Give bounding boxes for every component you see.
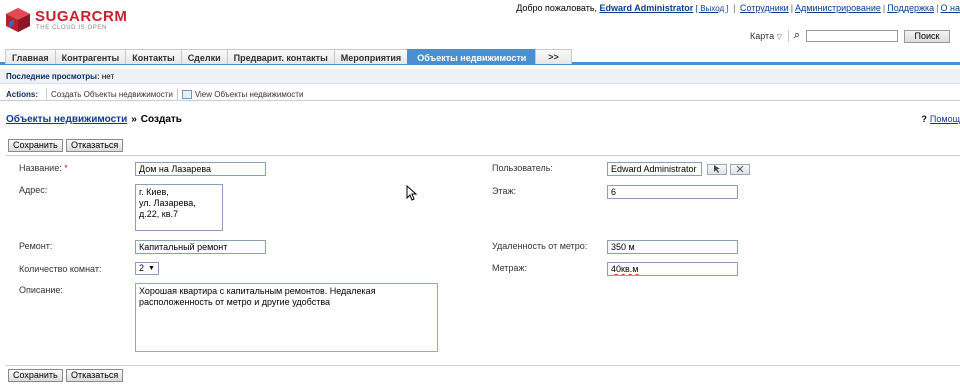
map-dropdown[interactable]: Карта ▽ (750, 31, 782, 41)
tab-leads[interactable]: Предварит. контакты (226, 49, 335, 64)
actions-bar: Actions: Создать Объекты недвижимости Vi… (0, 86, 960, 101)
repair-label: Ремонт: (19, 241, 53, 251)
pointer-icon (714, 165, 720, 173)
address-field[interactable]: г. Киев, ул. Лазарева, д.22, кв.7 (135, 184, 223, 231)
name-value: Дом на Лазарева (139, 164, 212, 174)
breadcrumb-arrow: » (131, 114, 137, 125)
list-view-icon (181, 89, 192, 99)
floor-field[interactable]: 6 (607, 185, 738, 199)
name-label: Название: * (19, 163, 68, 173)
create-real-estate-link[interactable]: Создать Объекты недвижимости (51, 90, 173, 99)
logout-link[interactable]: [ Выход ] (696, 4, 729, 13)
last-viewed-label: Последние просмотры: (6, 72, 100, 81)
search-input[interactable] (806, 30, 898, 42)
about-link[interactable]: О на (941, 3, 960, 13)
repair-value: Капитальный ремонт (139, 242, 228, 252)
last-viewed-value: нет (101, 72, 115, 81)
separator: | (936, 3, 939, 13)
metro-distance-label: Удаленность от метро: (492, 241, 588, 251)
search-button[interactable]: Поиск (904, 29, 950, 43)
tab-more[interactable]: >> (535, 49, 572, 64)
description-field[interactable]: Хорошая квартира с капитальным ремонтов.… (135, 283, 438, 352)
employees-link[interactable]: Сотрудники (740, 3, 789, 13)
tab-accounts[interactable]: Контрагенты (54, 49, 127, 64)
logo-text: SUGARCRM (35, 8, 128, 25)
divider (176, 88, 178, 100)
tab-opportunities[interactable]: Сделки (180, 49, 228, 64)
cancel-button-bottom[interactable]: Отказаться (66, 369, 124, 382)
close-icon (736, 165, 744, 173)
assigned-user-value: Edward Administrator (611, 164, 697, 174)
floor-label: Этаж: (492, 186, 517, 196)
search-row: Карта ▽ Поиск (750, 29, 950, 43)
help-link-area: ? Помощ (921, 114, 960, 124)
page-title: Создать (140, 114, 182, 125)
area-label: Метраж: (492, 263, 527, 273)
rooms-label: Количество комнат: (19, 264, 102, 274)
repair-field[interactable]: Капитальный ремонт (135, 240, 266, 254)
tab-activities[interactable]: Мероприятия (333, 49, 409, 64)
breadcrumb: Объекты недвижимости » Создать (6, 114, 182, 125)
view-real-estate-link[interactable]: View Объекты недвижимости (195, 90, 304, 99)
area-value: 40кв.м (611, 264, 639, 274)
help-link[interactable]: Помощ (930, 114, 960, 124)
mouse-cursor-icon (406, 185, 418, 201)
dropdown-arrow-icon: ▼ (148, 265, 155, 272)
assigned-user-field[interactable]: Edward Administrator (607, 162, 702, 176)
separator: | (882, 3, 886, 13)
save-button[interactable]: Сохранить (8, 139, 63, 152)
logo-tagline: THE CLOUD IS OPEN (36, 25, 107, 31)
divider (46, 88, 47, 100)
top-user-bar: Добро пожаловать, Edward Administrator [… (516, 3, 960, 13)
save-button-bottom[interactable]: Сохранить (8, 369, 63, 382)
user-label: Пользователь: (492, 163, 553, 173)
tab-contacts[interactable]: Контакты (125, 49, 182, 64)
actions-label: Actions: (6, 89, 38, 99)
support-link[interactable]: Поддержка (887, 3, 934, 13)
metro-distance-value: 350 м (611, 242, 635, 252)
tab-home[interactable]: Главная (5, 49, 56, 64)
breadcrumb-module-link[interactable]: Объекты недвижимости (6, 114, 127, 125)
metro-distance-field[interactable]: 350 м (607, 240, 738, 254)
rooms-value: 2 (139, 263, 145, 273)
last-viewed-bar: Последние просмотры: нет (0, 69, 960, 84)
clear-user-button[interactable] (730, 164, 750, 175)
separator: | (733, 3, 736, 13)
header: SUGARCRM THE CLOUD IS OPEN Добро пожалов… (0, 0, 960, 48)
select-user-button[interactable] (707, 164, 727, 175)
admin-link[interactable]: Администрирование (795, 3, 881, 13)
magnifier-icon[interactable] (788, 30, 800, 42)
name-field[interactable]: Дом на Лазарева (135, 162, 266, 176)
sugarcrm-logo[interactable]: SUGARCRM THE CLOUD IS OPEN (5, 6, 155, 36)
user-link[interactable]: Edward Administrator (600, 3, 694, 13)
cancel-button[interactable]: Отказаться (66, 139, 124, 152)
area-field[interactable]: 40кв.м (607, 262, 738, 276)
required-marker: * (64, 163, 68, 173)
address-label: Адрес: (19, 185, 48, 195)
separator: | (790, 3, 794, 13)
chevron-down-icon: ▽ (776, 34, 782, 41)
logo-cube-icon (6, 8, 30, 32)
welcome-text: Добро пожаловать, (516, 3, 598, 13)
floor-value: 6 (611, 187, 617, 197)
tab-real-estate[interactable]: Объекты недвижимости (407, 49, 537, 64)
rooms-select[interactable]: 2 ▼ (135, 262, 159, 275)
description-label: Описание: (19, 285, 63, 295)
module-tabs: Главная Контрагенты Контакты Сделки Пред… (0, 49, 960, 65)
help-icon: ? (921, 114, 927, 124)
